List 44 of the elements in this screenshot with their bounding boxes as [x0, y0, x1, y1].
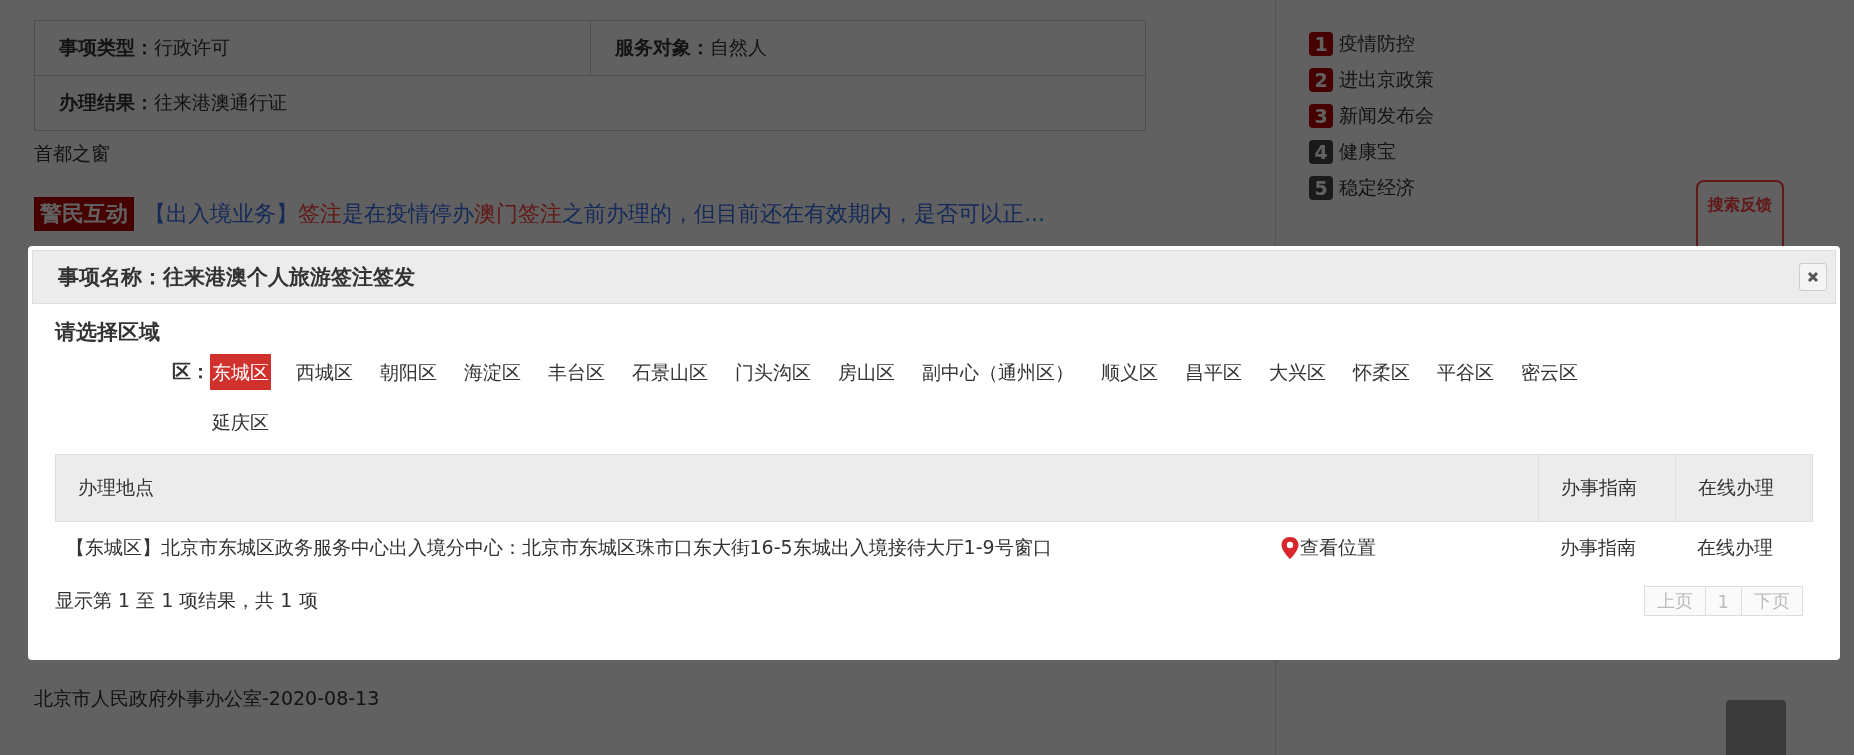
district-option[interactable]: 顺义区: [1099, 354, 1160, 390]
rank-badge: 4: [1309, 140, 1333, 164]
guide-link[interactable]: 办事指南: [1560, 536, 1637, 558]
district-option[interactable]: 西城区: [294, 354, 355, 390]
category-tag: 警民互动: [34, 197, 134, 231]
district-option[interactable]: 东城区: [210, 354, 271, 390]
district-option[interactable]: 密云区: [1519, 354, 1580, 390]
close-button[interactable]: [1799, 263, 1827, 291]
district-option[interactable]: 石景山区: [630, 354, 710, 390]
field-value: 自然人: [709, 35, 767, 60]
district-option[interactable]: 门头沟区: [733, 354, 813, 390]
source-text: 北京市人民政府外事办公室-2020-08-13: [34, 686, 381, 711]
district-label: 区：: [171, 359, 210, 384]
district-option[interactable]: 海淀区: [462, 354, 523, 390]
district-option[interactable]: 副中心（通州区）: [920, 354, 1076, 390]
field-value: 行政许可: [154, 35, 230, 60]
column-header: 办理地点: [55, 454, 1539, 522]
dialog-title: 事项名称：往来港澳个人旅游签注签发: [58, 264, 415, 291]
rank-badge: 1: [1309, 32, 1333, 56]
column-header: 办事指南: [1538, 454, 1676, 522]
rank-badge: 5: [1309, 176, 1333, 200]
district-option[interactable]: 丰台区: [546, 354, 607, 390]
district-option[interactable]: 延庆区: [210, 404, 271, 440]
result-summary: 显示第 1 至 1 项结果，共 1 项: [55, 588, 318, 613]
district-option[interactable]: 房山区: [836, 354, 897, 390]
source-text: 首都之窗: [34, 141, 111, 166]
address-text: 【东城区】北京市东城区政务服务中心出入境分中心：北京市东城区珠市口东大街16-5东城出入境接待大厅1-9号窗口: [65, 535, 1052, 560]
district-option[interactable]: 朝阳区: [378, 354, 439, 390]
district-option[interactable]: 大兴区: [1267, 354, 1328, 390]
field-value: 往来港澳通行证: [154, 90, 287, 115]
close-icon: [1807, 271, 1819, 283]
district-option[interactable]: 平谷区: [1435, 354, 1496, 390]
rank-badge: 3: [1309, 104, 1333, 128]
view-location-link[interactable]: 查看位置: [1280, 535, 1377, 561]
field-label: 办理结果：: [59, 90, 154, 115]
district-option[interactable]: 怀柔区: [1351, 354, 1412, 390]
column-header: 在线办理: [1675, 454, 1813, 522]
section-title: 请选择区域: [55, 319, 161, 346]
rank-badge: 2: [1309, 68, 1333, 92]
field-label: 事项类型：: [59, 35, 154, 60]
district-option[interactable]: 昌平区: [1183, 354, 1244, 390]
field-label: 服务对象：: [614, 35, 710, 60]
online-link[interactable]: 在线办理: [1697, 536, 1774, 558]
map-pin-icon: [1280, 536, 1301, 560]
